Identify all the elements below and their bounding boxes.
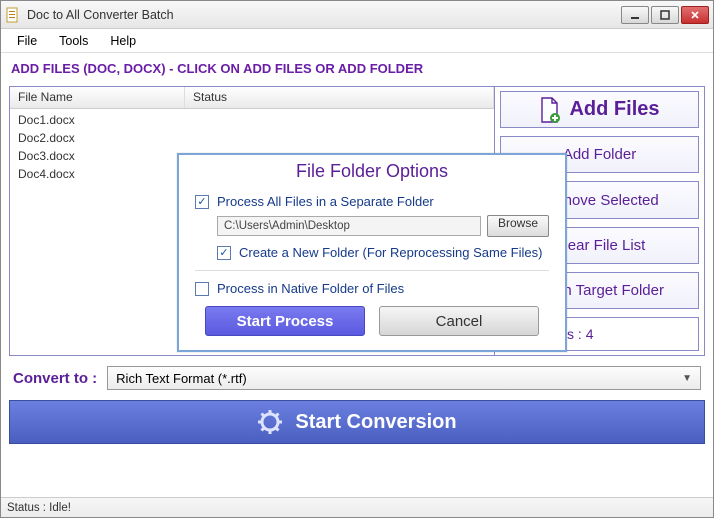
table-row[interactable]: Doc2.docx [10,129,494,147]
file-name-cell: Doc4.docx [18,167,75,181]
option-create-new-row: ✓ Create a New Folder (For Reprocessing … [217,241,549,264]
option-separate-folder-row: ✓ Process All Files in a Separate Folder [195,190,549,213]
table-row[interactable]: Doc1.docx [10,111,494,129]
create-new-folder-label: Create a New Folder (For Reprocessing Sa… [239,245,542,260]
status-text: Status : Idle! [7,502,71,514]
col-status[interactable]: Status [185,87,494,108]
dialog-buttons: Start Process Cancel [195,300,549,338]
dialog-title: File Folder Options [179,155,565,186]
menu-help[interactable]: Help [100,31,146,51]
output-path-field[interactable]: C:\Users\Admin\Desktop [217,216,481,236]
window-title: Doc to All Converter Batch [27,8,619,22]
titlebar: Doc to All Converter Batch [1,1,713,29]
convert-to-label: Convert to : [13,370,97,387]
option-native-folder-row: Process in Native Folder of Files [195,277,549,300]
col-filename[interactable]: File Name [10,87,185,108]
convert-row: Convert to : Rich Text Format (*.rtf) ▼ [9,362,705,394]
output-path-value: C:\Users\Admin\Desktop [224,220,350,232]
column-headers: File Name Status [10,87,494,109]
app-window: Doc to All Converter Batch File Tools He… [0,0,714,518]
file-folder-options-dialog: File Folder Options ✓ Process All Files … [177,153,567,352]
file-name-cell: Doc1.docx [18,113,75,127]
add-files-button[interactable]: Add Files [500,91,699,128]
path-row: C:\Users\Admin\Desktop Browse [217,215,549,237]
separate-folder-checkbox[interactable]: ✓ [195,195,209,209]
convert-format-value: Rich Text Format (*.rtf) [116,371,247,386]
create-new-folder-checkbox[interactable]: ✓ [217,246,231,260]
content-area: ADD FILES (DOC, DOCX) - CLICK ON ADD FIL… [1,53,713,497]
add-files-label: Add Files [569,98,659,121]
convert-format-select[interactable]: Rich Text Format (*.rtf) ▼ [107,366,701,390]
add-folder-label: Add Folder [563,146,636,163]
dialog-body: ✓ Process All Files in a Separate Folder… [179,186,565,350]
app-icon [5,7,21,23]
native-folder-label: Process in Native Folder of Files [217,281,404,296]
clear-list-label: Clear File List [554,237,646,254]
chevron-down-icon: ▼ [682,373,692,384]
instructions-label: ADD FILES (DOC, DOCX) - CLICK ON ADD FIL… [9,59,705,80]
statusbar: Status : Idle! [1,497,713,517]
file-name-cell: Doc3.docx [18,149,75,163]
file-name-cell: Doc2.docx [18,131,75,145]
close-button[interactable] [681,6,709,24]
maximize-button[interactable] [651,6,679,24]
menu-tools[interactable]: Tools [49,31,98,51]
gear-icon [257,409,283,435]
minimize-button[interactable] [621,6,649,24]
separate-folder-label: Process All Files in a Separate Folder [217,194,434,209]
start-conversion-button[interactable]: Start Conversion [9,400,705,444]
dialog-separator [195,270,549,271]
start-process-label: Start Process [237,313,334,330]
start-process-button[interactable]: Start Process [205,306,365,336]
native-folder-checkbox[interactable] [195,282,209,296]
browse-label: Browse [498,216,538,230]
start-conversion-label: Start Conversion [295,411,456,434]
menu-file[interactable]: File [7,31,47,51]
cancel-button[interactable]: Cancel [379,306,539,336]
browse-button[interactable]: Browse [487,215,549,237]
menubar: File Tools Help [1,29,713,53]
cancel-label: Cancel [436,313,483,330]
add-file-icon [539,97,561,123]
